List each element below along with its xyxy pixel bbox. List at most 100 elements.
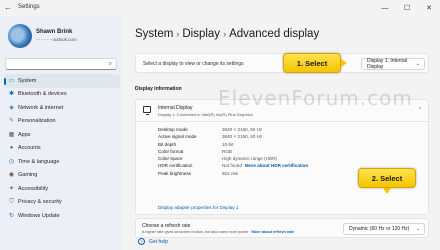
- chevron-up-icon[interactable]: ⌃: [418, 107, 422, 113]
- breadcrumb-system[interactable]: System: [135, 28, 173, 40]
- sidebar-item-label: Accessibility: [18, 185, 48, 192]
- chevron-down-icon: ⌄: [415, 61, 420, 67]
- spec-label: Peak brightness: [158, 170, 191, 176]
- spec-value: RGB: [222, 148, 232, 154]
- spec-value-wrap: 604 nits: [222, 170, 238, 177]
- sidebar-item-time-language[interactable]: ◷ Time & language: [4, 155, 120, 169]
- divider: [136, 121, 428, 122]
- sidebar-item-label: Time & language: [18, 158, 60, 165]
- spec-value-wrap: High dynamic range (HDR): [222, 155, 277, 162]
- maximize-button[interactable]: ☐: [396, 0, 418, 16]
- network-icon: ◈: [9, 104, 14, 111]
- breadcrumb-separator: ›: [176, 29, 180, 39]
- select-display-card: Select a display to view or change its s…: [135, 53, 429, 73]
- sidebar-item-accounts[interactable]: ● Accounts: [4, 142, 120, 156]
- app-title: Settings: [18, 4, 40, 10]
- sidebar-nav: ▭ System ✱ Bluetooth & devices ◈ Network & in…: [4, 74, 120, 223]
- apps-icon: ▦: [8, 131, 15, 138]
- refresh-rate-card: Choose a refresh rate A higher rate give…: [135, 218, 429, 238]
- spec-value-wrap: Not found More about HDR certification: [222, 162, 308, 169]
- refresh-rate-subtitle: A higher rate gives smoother motion, but…: [142, 230, 249, 234]
- breadcrumb-display[interactable]: Display: [182, 28, 220, 40]
- refresh-rate-title: Choose a refresh rate: [142, 223, 191, 229]
- controller-icon: ◉: [8, 172, 15, 178]
- spec-label: Color space: [158, 156, 183, 162]
- refresh-rate-link[interactable]: More about refresh rate: [251, 230, 293, 234]
- globe-clock-icon: ◷: [8, 158, 15, 165]
- sidebar-item-gaming[interactable]: ◉ Gaming: [4, 169, 120, 183]
- profile-name: Shawn Brink: [36, 29, 73, 35]
- spec-label: Bit depth: [158, 141, 177, 147]
- display-name: Internal Display: [158, 105, 193, 111]
- settings-window: ← Settings — ☐ ✕ Shawn Brink ···········…: [0, 0, 440, 250]
- sidebar-item-label: Privacy & security: [18, 199, 62, 206]
- watermark: ElevenForum.com: [218, 86, 413, 110]
- avatar: [8, 24, 32, 48]
- window-controls: — ☐ ✕: [374, 0, 440, 16]
- breadcrumb: System › Display › Advanced display: [135, 28, 319, 40]
- refresh-rate-description: A higher rate gives smoother motion, but…: [142, 230, 294, 234]
- spec-value: 604 nits: [222, 170, 239, 176]
- breadcrumb-separator: ›: [223, 29, 227, 39]
- help-icon: ?: [138, 238, 145, 245]
- accessibility-icon: ✦: [8, 185, 15, 192]
- shield-icon: ⛉: [9, 199, 14, 205]
- spec-value-wrap: 3840 × 2160, 60 Hz: [222, 133, 262, 140]
- monitor-icon: [143, 106, 151, 115]
- hdr-certification-link[interactable]: More about HDR certification: [245, 163, 308, 168]
- spec-value: High dynamic range (HDR): [222, 156, 278, 162]
- sidebar-item-label: Bluetooth & devices: [18, 91, 67, 98]
- refresh-rate-dropdown[interactable]: Dynamic (60 Hz or 120 Hz) ⌄: [343, 222, 425, 235]
- sidebar-item-label: Gaming: [18, 172, 38, 179]
- title-bar: ← Settings — ☐ ✕: [0, 0, 440, 16]
- spec-value-wrap: 10-bit: [222, 141, 234, 148]
- callout-select-display: 1. Select: [283, 53, 341, 73]
- main-content: System › Display › Advanced display Select a…: [122, 16, 440, 250]
- page-title: Advanced display: [229, 28, 320, 40]
- sidebar-item-windows-update[interactable]: ↻ Windows Update: [4, 209, 120, 223]
- refresh-rate-value: Dynamic (60 Hz or 120 Hz): [349, 225, 410, 232]
- sidebar-item-apps[interactable]: ▦ Apps: [4, 128, 120, 142]
- sidebar-item-label: Personalization: [18, 118, 56, 125]
- sidebar-item-network-internet[interactable]: ◈ Network & internet: [4, 101, 120, 115]
- sidebar-item-label: Windows Update: [18, 212, 60, 219]
- spec-value-wrap: 3840 × 2160, 60 Hz: [222, 126, 262, 133]
- get-help-label: Get help: [149, 238, 168, 245]
- profile-email: ···········outlook.com: [36, 37, 77, 42]
- user-profile[interactable]: Shawn Brink ···········outlook.com: [6, 22, 118, 58]
- sidebar-item-label: Apps: [18, 131, 31, 138]
- sidebar-item-bluetooth-devices[interactable]: ✱ Bluetooth & devices: [4, 88, 120, 102]
- spec-label: HDR certification: [158, 163, 193, 169]
- callout-arrow-icon: [341, 59, 347, 67]
- display-connection: Display 1: Connected to Intel(R) Iris(R)…: [158, 111, 253, 117]
- spec-label: Active signal mode: [158, 134, 197, 140]
- spec-value: 10-bit: [222, 141, 234, 147]
- brush-icon: ✎: [8, 118, 15, 124]
- sidebar-item-label: Accounts: [18, 145, 41, 152]
- sidebar-item-privacy-security[interactable]: ⛉ Privacy & security: [4, 196, 120, 210]
- spec-label: Color format: [158, 148, 184, 154]
- search-input[interactable]: ⌕: [5, 58, 117, 70]
- search-icon: ⌕: [108, 61, 112, 67]
- get-help-link[interactable]: ? Get help: [138, 238, 168, 245]
- spec-value-wrap: RGB: [222, 148, 232, 155]
- update-icon: ↻: [8, 212, 15, 219]
- monitor-icon: ▭: [8, 77, 15, 84]
- sidebar-item-system[interactable]: ▭ System: [4, 74, 120, 88]
- account-icon: ●: [9, 145, 14, 151]
- sidebar: Shawn Brink ···········outlook.com ⌕ ▭ Sy…: [0, 16, 122, 250]
- bluetooth-icon: ✱: [8, 91, 15, 97]
- display-information-heading: Display information: [135, 86, 182, 92]
- spec-value: 3840 × 2160, 60 Hz: [222, 127, 263, 132]
- spec-label: Desktop mode: [158, 127, 188, 132]
- sidebar-item-personalization[interactable]: ✎ Personalization: [4, 115, 120, 129]
- close-button[interactable]: ✕: [418, 0, 440, 16]
- chevron-down-icon: ⌄: [415, 226, 420, 232]
- spec-value: Not found: [222, 163, 242, 169]
- callout-select-refresh-rate: 2. Select: [358, 168, 416, 188]
- sidebar-item-accessibility[interactable]: ✦ Accessibility: [4, 182, 120, 196]
- display-select-dropdown[interactable]: Display 1: Internal Display ⌄: [361, 57, 425, 70]
- back-arrow-icon[interactable]: ←: [4, 3, 12, 12]
- minimize-button[interactable]: —: [374, 0, 396, 16]
- display-adapter-properties-link[interactable]: Display adapter properties for Display 1: [158, 205, 238, 210]
